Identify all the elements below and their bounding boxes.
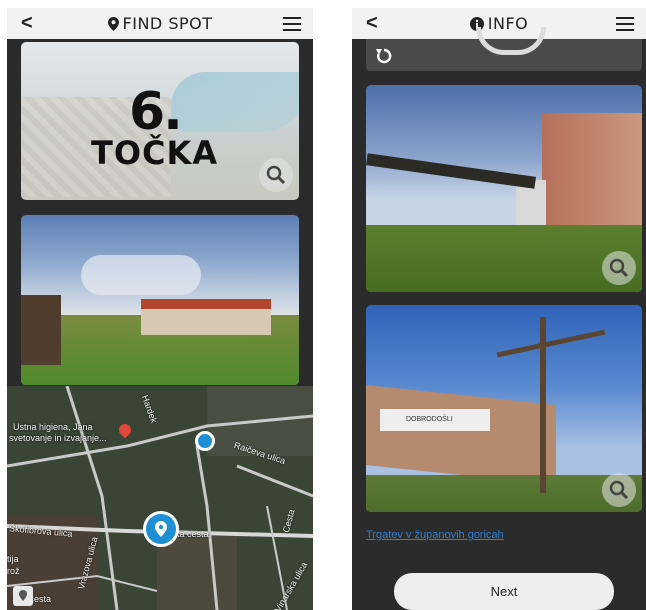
map-label: ka cesta bbox=[175, 529, 209, 539]
map-roads bbox=[7, 386, 313, 610]
top-bar: < FIND SPOT bbox=[7, 8, 313, 39]
map-label: Ustna higiena, Jana bbox=[13, 422, 93, 432]
map-label: tija bbox=[7, 554, 19, 564]
zoom-button[interactable] bbox=[602, 473, 636, 507]
search-icon bbox=[609, 258, 629, 278]
current-location-icon[interactable] bbox=[195, 431, 215, 451]
gallery-photo-1[interactable] bbox=[366, 85, 642, 292]
hero-card[interactable]: 6. TOČKA bbox=[21, 42, 299, 200]
audio-player-bar bbox=[366, 27, 642, 71]
menu-icon[interactable] bbox=[616, 17, 634, 35]
next-button[interactable]: Next bbox=[394, 573, 614, 610]
map-view[interactable]: Ustna higiena, Jana svetovanje in izvaja… bbox=[7, 386, 313, 610]
info-screen: < INFO DOBRODOŠLI Trgatev v županovih go… bbox=[352, 8, 646, 610]
map-label: svetovanje in izvajanje... bbox=[9, 433, 107, 443]
menu-icon[interactable] bbox=[283, 17, 301, 35]
find-spot-screen: < FIND SPOT 6. TOČKA Ustna higiena, Jana… bbox=[7, 8, 313, 610]
gallery-photo-2[interactable]: DOBRODOŠLI bbox=[366, 305, 642, 512]
zoom-button[interactable] bbox=[259, 158, 293, 192]
page-title: FIND SPOT bbox=[7, 14, 313, 35]
banner-text: DOBRODOŠLI bbox=[406, 416, 453, 423]
map-label: rož bbox=[7, 566, 20, 576]
map-pin-button[interactable] bbox=[13, 586, 33, 606]
location-pin-icon bbox=[107, 16, 119, 35]
hero-number: 6. bbox=[129, 82, 183, 142]
replay-icon[interactable] bbox=[374, 46, 394, 66]
zoom-button[interactable] bbox=[602, 251, 636, 285]
vineyard-photo-card[interactable] bbox=[21, 215, 299, 385]
page-title-text: FIND SPOT bbox=[122, 14, 213, 33]
search-icon bbox=[266, 165, 286, 185]
play-button-arc[interactable] bbox=[476, 27, 546, 55]
pin-icon bbox=[19, 590, 27, 601]
search-icon bbox=[609, 480, 629, 500]
welcome-banner: DOBRODOŠLI bbox=[380, 409, 490, 431]
source-link[interactable]: Trgatev v županovih goricah bbox=[366, 529, 504, 541]
hero-word: TOČKA bbox=[91, 134, 219, 172]
spot-location-pin-icon[interactable] bbox=[143, 511, 179, 547]
